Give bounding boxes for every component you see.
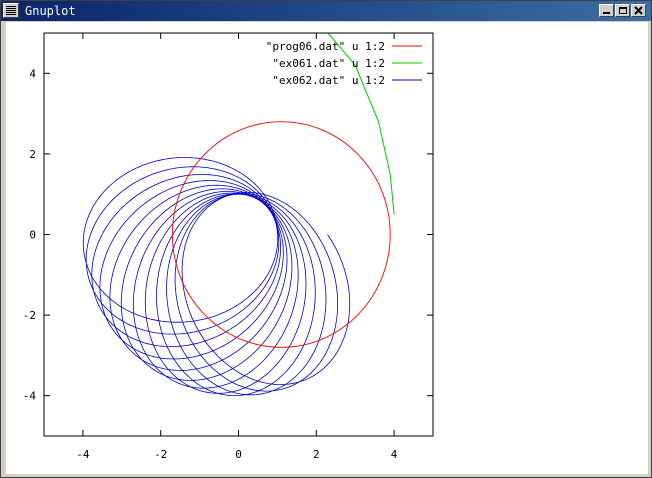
- menu-icon: [6, 6, 16, 15]
- plot-canvas: -4 -2 0 2 4 4 2 0 -2 -4 "prog06.dat" u 1:2 "ex061.…: [6, 22, 648, 474]
- gnuplot-window: Gnuplot -4 -2 0 2 4 4 2 0 -2 -4 "prog06.dat" u 1:…: [0, 0, 652, 478]
- x-tick-label: -2: [154, 448, 167, 461]
- x-tick-label: -4: [76, 448, 90, 461]
- x-tick-label: 2: [313, 448, 320, 461]
- y-tick-label: 2: [29, 148, 36, 161]
- legend-label: "ex061.dat" u 1:2: [272, 57, 385, 70]
- window-menu-button[interactable]: [3, 3, 19, 18]
- close-button[interactable]: [631, 4, 646, 17]
- series-ex062-line: [82, 157, 351, 397]
- y-tick-label: 0: [29, 229, 36, 242]
- y-tick-label: -2: [23, 309, 36, 322]
- minimize-button[interactable]: [599, 4, 614, 17]
- maximize-button[interactable]: [615, 4, 630, 17]
- close-icon: [634, 6, 643, 15]
- legend-label: "prog06.dat" u 1:2: [266, 40, 385, 53]
- y-tick-label: -4: [23, 390, 37, 403]
- y-tick-label: 4: [29, 67, 36, 80]
- gnuplot-chart: -4 -2 0 2 4 4 2 0 -2 -4 "prog06.dat" u 1:2 "ex061.…: [23, 32, 434, 461]
- x-tick-label: 4: [391, 448, 398, 461]
- title-bar[interactable]: Gnuplot: [1, 1, 651, 21]
- x-tick-label: 0: [235, 448, 242, 461]
- legend-label: "ex062.dat" u 1:2: [272, 74, 385, 87]
- window-title: Gnuplot: [25, 4, 76, 18]
- maximize-icon: [619, 7, 627, 14]
- minimize-icon: [603, 12, 610, 14]
